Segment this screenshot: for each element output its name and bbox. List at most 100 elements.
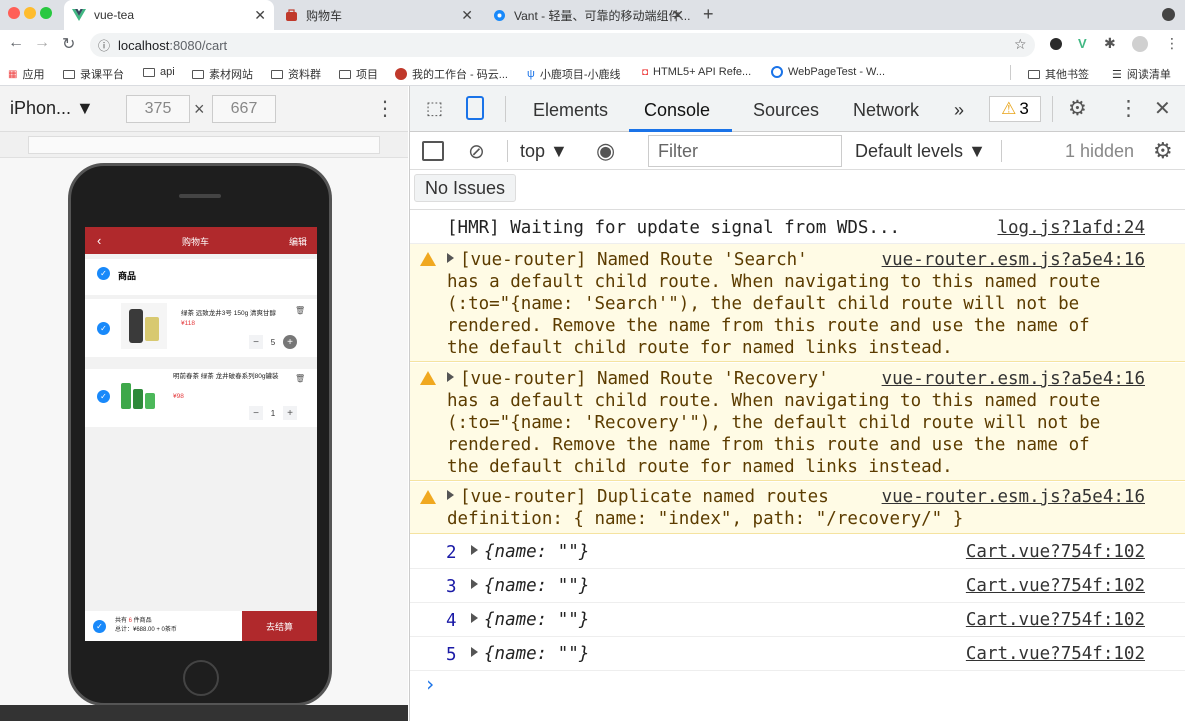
expand-triangle-icon[interactable] — [471, 647, 478, 657]
clear-console-icon[interactable]: ⊘ — [468, 139, 485, 164]
filter-input[interactable]: Filter — [648, 135, 842, 167]
bookmark-apps[interactable]: ▦ 应用 — [8, 66, 44, 82]
device-menu-icon[interactable]: ⋮ — [375, 96, 395, 121]
expand-triangle-icon[interactable] — [447, 490, 454, 500]
new-tab-icon[interactable]: + — [703, 4, 714, 25]
browser-tab-vue-tea[interactable]: vue-tea ✕ — [64, 0, 274, 30]
forward-icon[interactable]: → — [34, 34, 50, 52]
maximize-window-icon[interactable] — [40, 7, 52, 19]
console-prompt[interactable]: › — [424, 672, 436, 696]
device-height-input[interactable]: 667 — [212, 95, 276, 123]
tab-elements[interactable]: Elements — [533, 100, 608, 121]
edit-button[interactable]: 编辑 — [289, 235, 307, 248]
bookmark-item[interactable]: ◘ HTML5+ API Refe... — [642, 66, 751, 78]
minimize-window-icon[interactable] — [24, 7, 36, 19]
no-issues-button[interactable]: No Issues — [414, 174, 517, 202]
tab-sources[interactable]: Sources — [753, 100, 819, 121]
settings-gear-icon[interactable]: ⚙ — [1068, 96, 1087, 121]
expand-triangle-icon[interactable] — [471, 613, 478, 623]
source-link[interactable]: vue-router.esm.js?a5e4:16 — [882, 486, 1145, 508]
source-link[interactable]: Cart.vue?754f:102 — [966, 643, 1145, 665]
bookmark-item[interactable]: 录课平台 — [63, 66, 124, 82]
device-width-input[interactable]: 375 — [126, 95, 190, 123]
divider — [1052, 96, 1053, 122]
item-check-icon[interactable]: ✓ — [97, 390, 110, 403]
message-text[interactable]: {name: ""} — [471, 609, 589, 631]
select-all-check-icon[interactable]: ✓ — [97, 267, 110, 280]
vue-devtools-icon[interactable]: V — [1078, 36, 1087, 51]
back-icon[interactable]: ← — [8, 34, 24, 52]
decrease-button[interactable]: − — [249, 335, 263, 349]
media-query-ruler — [0, 132, 408, 158]
extension-icon[interactable] — [1050, 38, 1062, 50]
source-link[interactable]: vue-router.esm.js?a5e4:16 — [882, 368, 1145, 390]
bookmark-item[interactable]: 资料群 — [271, 66, 321, 82]
tab-network[interactable]: Network — [853, 100, 919, 121]
extensions-puzzle-icon[interactable]: ✱ — [1104, 35, 1116, 52]
delete-icon[interactable]: 🗑 — [295, 306, 305, 315]
quantity-stepper[interactable]: − 1 + — [249, 406, 297, 420]
bookmark-item[interactable]: 素材网站 — [192, 66, 253, 82]
back-arrow-icon[interactable]: ‹ — [97, 233, 101, 248]
item-check-icon[interactable]: ✓ — [97, 322, 110, 335]
bookmark-item[interactable]: WebPageTest - W... — [771, 66, 885, 78]
browser-tab-cart[interactable]: 购物车 ✕ — [276, 0, 481, 30]
expand-triangle-icon[interactable] — [471, 579, 478, 589]
message-text[interactable]: {name: ""} — [471, 643, 589, 665]
tab-search-icon[interactable] — [1162, 8, 1175, 21]
browser-tab-vant[interactable]: Vant - 轻量、可靠的移动端组件... ✕ — [484, 0, 692, 30]
section-header: ✓ 商品 — [85, 259, 317, 295]
quantity-value[interactable]: 1 — [263, 409, 283, 418]
quantity-value[interactable]: 5 — [263, 338, 283, 347]
reload-icon[interactable]: ↻ — [62, 34, 75, 54]
devtools-menu-icon[interactable]: ⋮ — [1118, 96, 1139, 121]
close-tab-icon[interactable]: ✕ — [254, 7, 266, 24]
tab-console[interactable]: Console — [644, 100, 710, 121]
profile-avatar-icon[interactable] — [1132, 36, 1148, 52]
live-expression-eye-icon[interactable]: ◉ — [596, 138, 615, 164]
context-select[interactable]: top ▼ — [520, 141, 568, 162]
menu-kebab-icon[interactable]: ⋮ — [1165, 35, 1179, 52]
levels-select[interactable]: Default levels ▼ — [855, 141, 986, 162]
inspect-element-icon[interactable]: ⬚ — [426, 98, 443, 119]
bookmark-other[interactable]: 其他书签 — [1028, 66, 1089, 82]
more-tabs-icon[interactable]: » — [954, 100, 964, 121]
bookmark-item[interactable]: api — [143, 66, 175, 78]
checkout-button[interactable]: 去结算 — [242, 611, 317, 641]
product-name: 绿茶 远致龙井3号 150g 清爽甘醇 — [181, 310, 276, 317]
bookmark-item[interactable]: 我的工作台 - 码云... — [395, 66, 508, 82]
source-link[interactable]: vue-router.esm.js?a5e4:16 — [882, 249, 1145, 271]
warnings-badge[interactable]: ⚠ 3 — [989, 96, 1041, 122]
source-link[interactable]: Cart.vue?754f:102 — [966, 609, 1145, 631]
increase-button[interactable]: + — [283, 406, 297, 420]
console-settings-gear-icon[interactable]: ⚙ — [1153, 138, 1173, 164]
bookmark-item[interactable]: 项目 — [339, 66, 378, 82]
message-text[interactable]: {name: ""} — [471, 541, 589, 563]
device-select[interactable]: iPhon... ▼ — [10, 98, 94, 119]
expand-triangle-icon[interactable] — [471, 545, 478, 555]
source-link[interactable]: Cart.vue?754f:102 — [966, 541, 1145, 563]
close-window-icon[interactable] — [8, 7, 20, 19]
bookmark-reading-list[interactable]: ☰ 阅读清单 — [1112, 66, 1171, 82]
quantity-stepper[interactable]: − 5 + — [249, 335, 297, 349]
info-icon[interactable]: ⓘ — [98, 37, 110, 54]
source-link[interactable]: Cart.vue?754f:102 — [966, 575, 1145, 597]
product-price: ¥98 — [173, 393, 184, 400]
address-bar[interactable]: ⓘ localhost:8080/cart — [90, 33, 1035, 57]
expand-triangle-icon[interactable] — [447, 253, 454, 263]
device-toggle-icon[interactable] — [466, 96, 484, 120]
select-all-footer-check-icon[interactable]: ✓ — [93, 620, 106, 633]
source-link[interactable]: log.js?1afd:24 — [997, 217, 1145, 239]
expand-triangle-icon[interactable] — [447, 372, 454, 382]
close-tab-icon[interactable]: ✕ — [672, 7, 684, 24]
message-text[interactable]: {name: ""} — [471, 575, 589, 597]
bookmark-star-icon[interactable]: ☆ — [1014, 36, 1027, 53]
close-devtools-icon[interactable]: ✕ — [1154, 96, 1171, 121]
bookmark-item[interactable]: ψ 小鹿项目-小鹿线 — [527, 66, 621, 82]
decrease-button[interactable]: − — [249, 406, 263, 420]
sidebar-toggle-icon[interactable] — [422, 141, 444, 161]
cart-item: ✓ 绿茶 远致龙井3号 150g 清爽甘醇 🗑 ¥118 − 5 + — [85, 299, 317, 357]
close-tab-icon[interactable]: ✕ — [461, 7, 473, 24]
increase-button[interactable]: + — [283, 335, 297, 349]
delete-icon[interactable]: 🗑 — [295, 374, 305, 383]
